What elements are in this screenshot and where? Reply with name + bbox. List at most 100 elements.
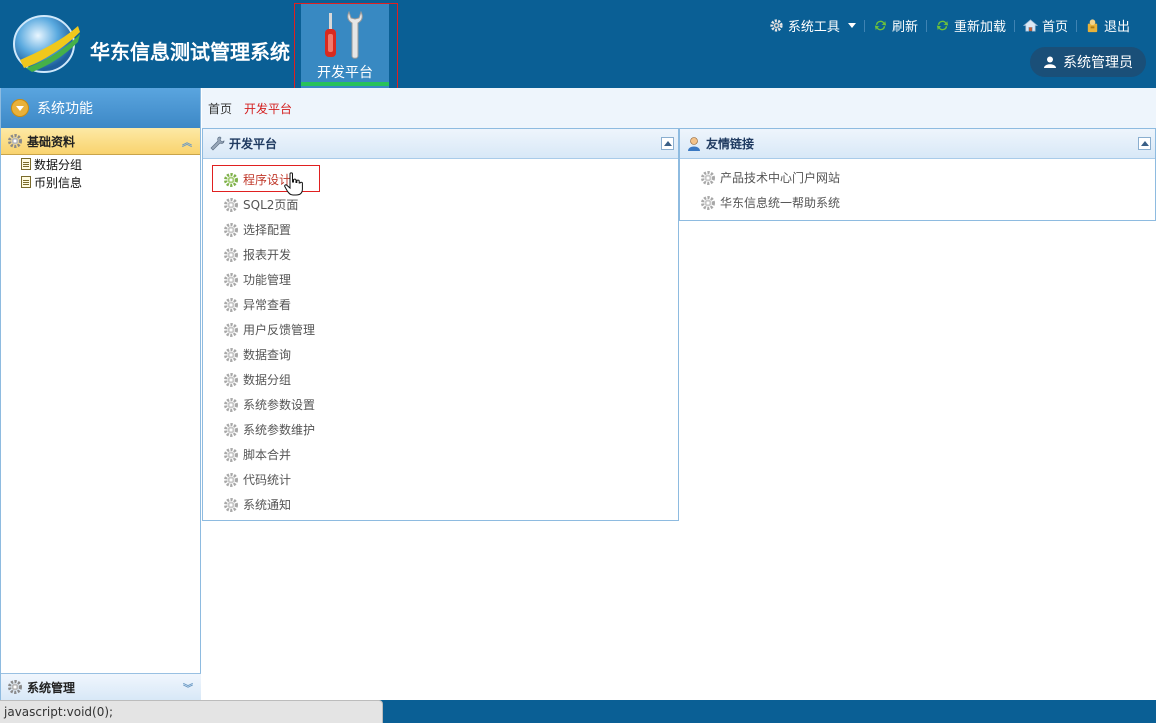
exit-icon [1087, 19, 1098, 33]
home-icon [1022, 19, 1038, 32]
accordion-title: 系统管理 [27, 680, 76, 695]
dev-link-item-label: 代码统计 [243, 473, 292, 487]
user-badge[interactable]: 系统管理员 [1030, 47, 1146, 77]
friendly-link-item-label: 华东信息统一帮助系统 [720, 196, 841, 210]
breadcrumb-home[interactable]: 首页 [208, 100, 232, 117]
dev-link-item[interactable]: 系统参数维护 [223, 417, 678, 442]
collapse-button[interactable] [1138, 137, 1151, 150]
refresh-icon [874, 20, 887, 31]
chevron-down-icon [847, 23, 856, 28]
sidebar-item-currency[interactable]: 币别信息 [1, 173, 200, 191]
panel-title: 友情链接 [706, 137, 755, 151]
refresh-button[interactable]: 刷新 [865, 16, 926, 35]
system-tools-menu[interactable]: 系统工具 [761, 16, 864, 35]
friendly-link-item-label: 产品技术中心门户网站 [720, 171, 841, 185]
gear-icon [224, 497, 238, 512]
dev-link-item[interactable]: 选择配置 [223, 217, 678, 242]
user-icon [688, 136, 700, 151]
gear-icon [224, 272, 238, 287]
gear-icon [224, 322, 238, 337]
panel-header: 友情链接 [680, 129, 1155, 159]
dev-link-item-label: 系统参数设置 [243, 398, 316, 412]
gear-icon [224, 197, 238, 212]
friendly-link-item[interactable]: 华东信息统一帮助系统 [700, 190, 1155, 215]
accordion-title: 基础资料 [27, 134, 76, 149]
collapse-button[interactable] [661, 137, 674, 150]
nav-tab-highlight-outline [294, 3, 398, 98]
wrench-icon [210, 136, 225, 150]
dev-link-item[interactable]: 数据分组 [223, 367, 678, 392]
breadcrumb: 首页 开发平台 [202, 88, 1156, 128]
dev-link-item[interactable]: 数据查询 [223, 342, 678, 367]
header-bar: 华东信息测试管理系统 开发平台 系统工具 刷新 重新加载 首页 退出 系统管理员 [0, 0, 1156, 98]
dev-link-item[interactable]: 系统通知 [223, 492, 678, 517]
dev-link-item[interactable]: 异常查看 [223, 292, 678, 317]
hand-cursor-icon [284, 172, 303, 196]
home-button[interactable]: 首页 [1015, 16, 1076, 35]
dev-link-list: 程序设计 SQL2页面 选择配置 报表开发 功能管理 异常查看 用户反馈管理 数据查询 数据分组… [203, 159, 678, 517]
reload-label: 重新加载 [953, 20, 1006, 35]
dev-link-item-label: 脚本合并 [243, 448, 292, 462]
exit-label: 退出 [1103, 20, 1130, 35]
gear-icon [224, 422, 238, 437]
dev-link-item-label: SQL2页面 [243, 198, 299, 212]
sidebar-item-label: 数据分组 [34, 157, 83, 172]
sidebar-item-data-group[interactable]: 数据分组 [1, 155, 200, 173]
status-url-text: javascript:void(0); [0, 700, 383, 723]
sidebar-header: 系统功能 [1, 88, 200, 128]
gear-icon [224, 397, 238, 412]
friendly-links-panel: 友情链接 产品技术中心门户网站 华东信息统一帮助系统 [679, 128, 1156, 221]
friendly-link-item[interactable]: 产品技术中心门户网站 [700, 165, 1155, 190]
gear-icon [701, 170, 715, 185]
reload-button[interactable]: 重新加载 [927, 16, 1014, 35]
gear-icon [224, 472, 238, 487]
sidebar-title: 系统功能 [37, 101, 93, 117]
dev-link-item-label: 选择配置 [243, 223, 292, 237]
gear-icon [770, 19, 783, 32]
accordion-system-management[interactable]: 系统管理 ︾ [1, 673, 201, 700]
dev-link-item-label: 系统通知 [243, 498, 292, 512]
friendly-link-list: 产品技术中心门户网站 华东信息统一帮助系统 [680, 159, 1155, 215]
gear-icon [224, 222, 238, 237]
gear-icon [224, 372, 238, 387]
sidebar: 系统功能 基础资料 ︽ 数据分组 币别信息 系统管理 ︾ [0, 88, 201, 700]
panel-title: 开发平台 [229, 137, 278, 151]
exit-button[interactable]: 退出 [1077, 16, 1138, 35]
dev-link-item-label: 系统参数维护 [243, 423, 316, 437]
gear-icon [8, 134, 22, 148]
dev-link-item[interactable]: 用户反馈管理 [223, 317, 678, 342]
chevron-up-double-icon: ︽ [182, 137, 192, 149]
gear-icon [224, 447, 238, 462]
gear-icon [701, 195, 715, 210]
gear-icon [224, 247, 238, 262]
dev-link-item[interactable]: 功能管理 [223, 267, 678, 292]
home-label: 首页 [1041, 20, 1068, 35]
panel-header: 开发平台 [203, 129, 678, 159]
sidebar-item-label: 币别信息 [34, 175, 83, 190]
dev-link-item[interactable]: 代码统计 [223, 467, 678, 492]
chevron-down-circle-icon [11, 99, 29, 117]
dev-link-item[interactable]: 脚本合并 [223, 442, 678, 467]
dev-link-item[interactable]: 报表开发 [223, 242, 678, 267]
accordion-basic-data[interactable]: 基础资料 ︽ [1, 128, 200, 155]
refresh-label: 刷新 [891, 20, 918, 35]
gear-icon [224, 297, 238, 312]
chevron-down-double-icon: ︾ [183, 683, 193, 695]
document-icon [21, 158, 31, 170]
dev-link-item-label: 异常查看 [243, 298, 292, 312]
app-title: 华东信息测试管理系统 [90, 40, 290, 64]
dev-link-item-label: 数据分组 [243, 373, 292, 387]
reload-icon [936, 20, 949, 31]
gear-icon [8, 680, 22, 694]
dev-link-item-label: 数据查询 [243, 348, 292, 362]
gear-icon [224, 347, 238, 362]
system-tools-label: 系统工具 [787, 20, 840, 35]
dev-link-item-label: 报表开发 [243, 248, 292, 262]
user-name: 系统管理员 [1063, 55, 1133, 71]
logo-globe-icon [13, 15, 80, 73]
document-icon [21, 176, 31, 188]
dev-link-item[interactable]: 系统参数设置 [223, 392, 678, 417]
top-toolbar: 系统工具 刷新 重新加载 首页 退出 [761, 16, 1138, 35]
breadcrumb-current[interactable]: 开发平台 [244, 100, 292, 117]
dev-link-item-label: 功能管理 [243, 273, 292, 287]
